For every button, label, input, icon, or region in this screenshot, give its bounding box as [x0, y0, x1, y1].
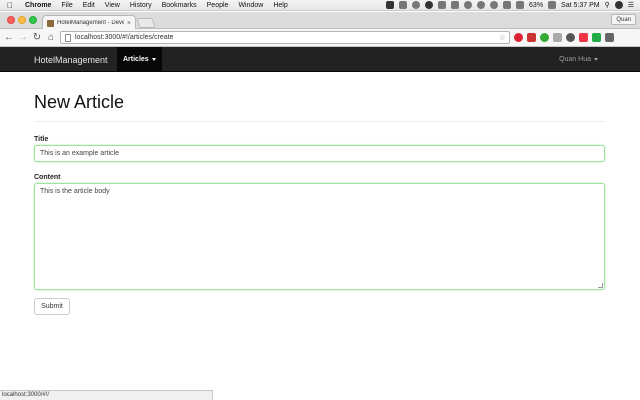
tab-favicon-icon [47, 19, 54, 27]
battery-percent[interactable]: 63% [529, 2, 543, 9]
menubar-clock[interactable]: Sat 5:37 PM [561, 2, 600, 9]
user-dropdown-label: Quan Hua [559, 56, 591, 63]
wifi-icon[interactable] [490, 1, 499, 9]
menubar-status-area: 63% Sat 5:37 PM ⚲ ☰ [386, 1, 640, 9]
chevron-down-icon [594, 58, 598, 61]
menu-app-name[interactable]: Chrome [20, 2, 56, 9]
page-title: New Article [34, 92, 125, 112]
window-close-button[interactable] [7, 16, 15, 24]
articles-dropdown-label: Articles [123, 56, 149, 63]
extension-icons [514, 33, 614, 42]
navbar-brand[interactable]: HotelManagement [34, 55, 108, 65]
back-arrow-icon[interactable]: ← [4, 32, 14, 43]
menu-window[interactable]: Window [233, 2, 268, 9]
opera-extension-icon[interactable] [514, 33, 523, 42]
notification-bell-icon[interactable] [412, 1, 421, 9]
profile-button[interactable]: Quan [611, 14, 636, 25]
page-icon [65, 33, 71, 42]
user-dropdown[interactable]: Quan Hua [559, 47, 598, 72]
menu-people[interactable]: People [202, 2, 234, 9]
evernote-extension-icon[interactable] [592, 33, 601, 42]
menu-view[interactable]: View [100, 2, 125, 9]
app-navbar: HotelManagement Articles Quan Hua [0, 47, 640, 72]
menu-bookmarks[interactable]: Bookmarks [157, 2, 202, 9]
articles-dropdown[interactable]: Articles [117, 47, 162, 72]
apple-icon[interactable]:  [0, 1, 20, 10]
macos-menubar:  Chrome File Edit View History Bookmark… [0, 0, 640, 11]
chevron-down-icon [151, 58, 156, 61]
menu-edit[interactable]: Edit [78, 2, 100, 9]
window-zoom-button[interactable] [29, 16, 37, 24]
address-bar-url[interactable]: localhost:3000/#!/articles/create [75, 34, 499, 41]
content-textarea[interactable]: This is the article body [34, 183, 605, 290]
chrome-menu-icon[interactable] [605, 33, 614, 42]
volume-icon[interactable] [503, 1, 512, 9]
tab-title: HotelManagement - Devel [57, 20, 124, 26]
content-text: This is the article body [40, 188, 110, 195]
app-status-icon[interactable] [399, 1, 408, 9]
submit-button[interactable]: Submit [34, 298, 70, 315]
screen-icon[interactable] [451, 1, 460, 9]
spotlight-search-icon[interactable]: ⚲ [605, 1, 610, 9]
home-icon[interactable]: ⌂ [46, 32, 56, 43]
gmail-extension-icon[interactable] [527, 33, 536, 42]
music-icon[interactable] [425, 1, 434, 9]
cookie-extension-icon[interactable] [566, 33, 575, 42]
pocket-extension-icon[interactable] [579, 33, 588, 42]
angular-extension-icon[interactable] [553, 33, 562, 42]
dropbox-icon[interactable] [386, 1, 395, 9]
resize-handle-icon[interactable] [598, 283, 603, 288]
browser-toolbar: ← → ↻ ⌂ localhost:3000/#!/articles/creat… [0, 29, 640, 47]
cloud-icon[interactable] [438, 1, 447, 9]
menu-file[interactable]: File [56, 2, 77, 9]
status-bar-url: localhost:3000/#!/ [0, 390, 213, 400]
title-input[interactable]: This is an example article [34, 145, 605, 162]
window-minimize-button[interactable] [18, 16, 26, 24]
bluetooth-icon[interactable] [477, 1, 486, 9]
content-label: Content [34, 174, 61, 181]
flag-icon[interactable] [516, 1, 525, 9]
address-bar[interactable]: localhost:3000/#!/articles/create ☆ [60, 31, 510, 44]
menu-history[interactable]: History [125, 2, 157, 9]
battery-icon[interactable] [548, 1, 557, 9]
green-extension-icon[interactable] [540, 33, 549, 42]
page-header: New Article [34, 90, 606, 122]
notification-center-icon[interactable]: ☰ [628, 1, 634, 9]
forward-arrow-icon[interactable]: → [18, 32, 28, 43]
title-label: Title [34, 136, 49, 143]
bookmark-star-icon[interactable]: ☆ [499, 33, 509, 42]
time-machine-icon[interactable] [464, 1, 473, 9]
tab-close-icon[interactable]: × [127, 20, 131, 27]
menu-help[interactable]: Help [268, 2, 292, 9]
browser-tab[interactable]: HotelManagement - Devel × [42, 15, 136, 30]
user-account-icon[interactable] [614, 1, 623, 9]
new-tab-button[interactable] [136, 18, 156, 28]
browser-tab-strip: HotelManagement - Devel × Quan [0, 12, 640, 30]
reload-icon[interactable]: ↻ [32, 32, 42, 43]
